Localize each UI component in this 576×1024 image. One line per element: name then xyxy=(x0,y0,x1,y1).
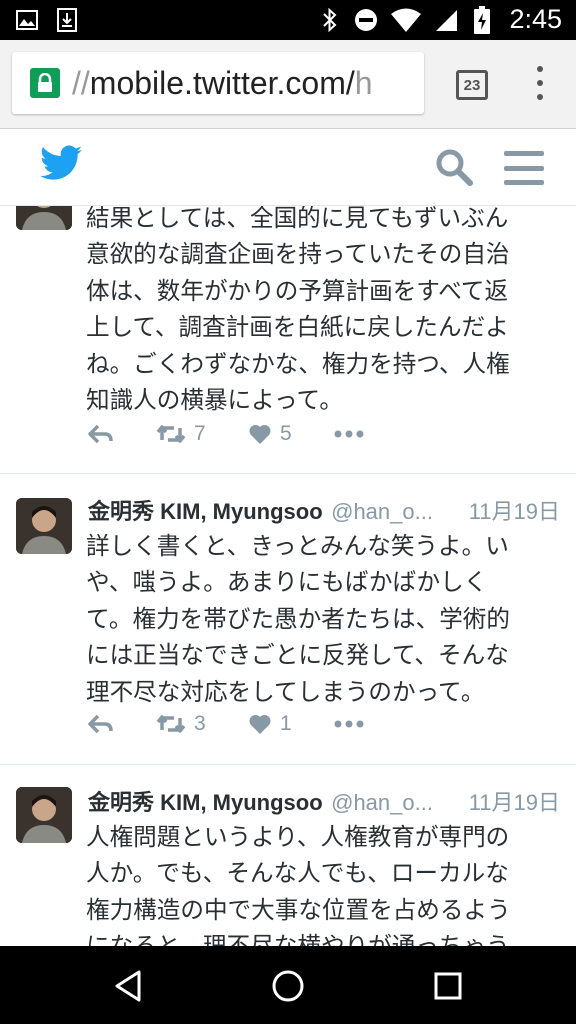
tweet-header: 金明秀 KIM, Myungsoo @han_o... 11月19日 xyxy=(88,785,560,817)
user-handle[interactable]: @han_o... xyxy=(331,790,433,815)
tweet-text-line: 上して、調査計画を白紙に戻したんだよ xyxy=(86,313,509,342)
tweet-actions: 7 5 xyxy=(88,418,488,450)
user-handle[interactable]: @han_o... xyxy=(331,499,433,524)
reply-button[interactable] xyxy=(88,418,114,450)
home-circle-icon xyxy=(272,970,304,1002)
home-button[interactable] xyxy=(268,966,308,1006)
tweet[interactable]: 結果としては、全国的に見てもずいぶん 意欲的な調査企画を持っていたその自治 体は… xyxy=(0,206,576,474)
tweet-text-line: 権力構造の中で大事な位置を占めるよう xyxy=(86,895,511,924)
retweet-count: 7 xyxy=(194,422,206,445)
avatar[interactable] xyxy=(16,206,72,230)
search-icon[interactable] xyxy=(434,147,474,191)
more-dots-icon xyxy=(334,720,364,728)
recents-button[interactable] xyxy=(428,966,468,1006)
tweet[interactable]: 金明秀 KIM, Myungsoo @han_o... 11月19日 詳しく書く… xyxy=(0,474,576,765)
tweet-text-line: 詳しく書くと、きっとみんな笑うよ。い xyxy=(86,532,509,560)
url-text[interactable]: //mobile.twitter.com/h xyxy=(72,65,373,102)
reply-icon xyxy=(88,424,113,444)
tweet-text-line: て。権力を帯びた愚か者たちは、学術的 xyxy=(86,604,510,633)
avatar[interactable] xyxy=(16,787,72,843)
browser-toolbar: //mobile.twitter.com/h 23 xyxy=(0,40,576,129)
tweet-text-line: や、嗤うよ。あまりにもばかばかしく xyxy=(86,568,488,597)
display-name[interactable]: 金明秀 KIM, Myungsoo xyxy=(88,790,323,815)
android-nav-bar xyxy=(0,946,576,1024)
like-count: 5 xyxy=(280,422,292,445)
wifi-icon xyxy=(389,7,423,33)
retweet-icon xyxy=(156,425,186,443)
like-count: 1 xyxy=(280,712,292,735)
tweet[interactable]: 金明秀 KIM, Myungsoo @han_o... 11月19日 人権問題と… xyxy=(0,765,576,946)
url-host: mobile.twitter.com/ xyxy=(89,65,355,101)
tweet-time[interactable]: 11月19日 xyxy=(460,785,560,817)
tweet-text-line: 結果としては、全国的に見てもずいぶん xyxy=(86,206,509,232)
tweet-header: 金明秀 KIM, Myungsoo @han_o... 11月19日 xyxy=(88,494,560,526)
tweet-time[interactable]: 11月19日 xyxy=(460,494,560,526)
tweet-text-line: には正当なできごとに反発して、そんな xyxy=(86,641,509,670)
more-dots-icon xyxy=(334,430,364,438)
tweet-text-line: になると、理不尽な横やりが通っちゃう xyxy=(86,928,556,946)
reply-icon xyxy=(88,714,113,734)
retweet-count: 3 xyxy=(194,712,206,735)
reply-button[interactable] xyxy=(88,708,114,740)
lock-icon[interactable] xyxy=(30,68,60,98)
avatar[interactable] xyxy=(16,498,72,554)
tab-switcher-button[interactable]: 23 xyxy=(456,70,488,100)
url-scheme: // xyxy=(72,65,90,101)
image-notification-icon xyxy=(14,7,40,33)
twitter-header xyxy=(0,129,576,206)
hamburger-menu-icon[interactable] xyxy=(504,151,544,185)
tweet-text-line: 意欲的な調査企画を持っていたその自治 xyxy=(86,240,510,269)
download-notification-icon xyxy=(54,7,80,33)
battery-charging-icon xyxy=(469,5,495,34)
heart-icon xyxy=(249,424,271,444)
cell-signal-icon xyxy=(433,7,459,33)
tweet-text-line: 体は、数年がかりの予算計画をすべて返 xyxy=(86,276,509,305)
url-bar[interactable]: //mobile.twitter.com/h xyxy=(12,52,424,114)
tweet-text-line: ね。ごくわずなかな、権力を持つ、人権 xyxy=(86,349,510,378)
retweet-icon xyxy=(156,715,186,733)
status-bar: 2:45 xyxy=(0,0,576,40)
like-button[interactable]: 1 xyxy=(248,708,292,740)
back-triangle-icon xyxy=(115,970,141,1002)
recents-square-icon xyxy=(434,972,462,1000)
status-clock: 2:45 xyxy=(509,4,562,34)
url-rest: h xyxy=(354,65,373,101)
do-not-disturb-icon xyxy=(353,7,379,33)
heart-icon xyxy=(249,714,271,734)
browser-menu-button[interactable] xyxy=(530,66,550,100)
tweet-text-line: 知識人の横暴によって。 xyxy=(86,386,343,415)
tweet-text: 人権問題というより、人権教育が専門の 人か。でも、そんな人でも、ローカルな 権力… xyxy=(86,819,556,946)
display-name[interactable]: 金明秀 KIM, Myungsoo xyxy=(88,499,323,524)
bluetooth-icon xyxy=(317,7,343,33)
back-button[interactable] xyxy=(108,966,148,1006)
more-button[interactable] xyxy=(334,418,364,450)
retweet-button[interactable]: 3 xyxy=(156,708,206,740)
timeline: 結果としては、全国的に見てもずいぶん 意欲的な調査企画を持っていたその自治 体は… xyxy=(0,206,576,946)
retweet-button[interactable]: 7 xyxy=(156,418,206,450)
tweet-text-line: 人か。でも、そんな人でも、ローカルな xyxy=(86,859,509,888)
twitter-bird-icon[interactable] xyxy=(40,145,82,185)
more-button[interactable] xyxy=(334,708,364,740)
tweet-text-line: 理不尽な対応をしてしまうのかって。 xyxy=(86,677,485,706)
tweet-text: 結果としては、全国的に見てもずいぶん 意欲的な調査企画を持っていたその自治 体は… xyxy=(86,206,556,418)
tweet-text-line: 人権問題というより、人権教育が専門の xyxy=(86,823,510,851)
tweet-text: 詳しく書くと、きっとみんな笑うよ。い や、嗤うよ。あまりにもばかばかしく て。権… xyxy=(86,528,556,710)
like-button[interactable]: 5 xyxy=(248,418,292,450)
tweet-actions: 3 1 xyxy=(88,708,488,740)
